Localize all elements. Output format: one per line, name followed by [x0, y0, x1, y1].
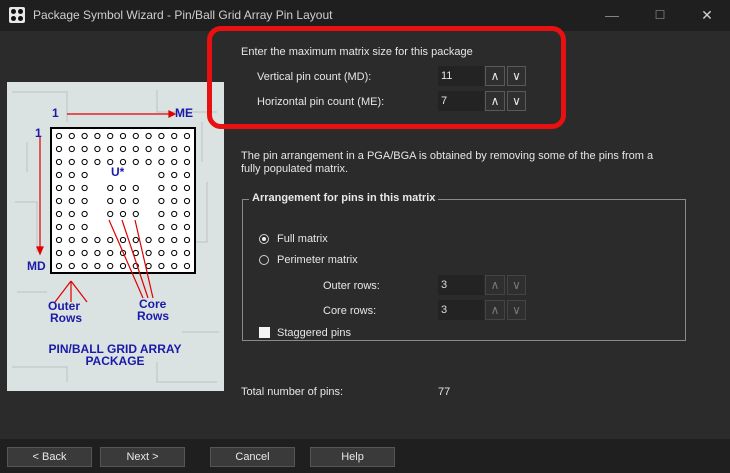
app-icon	[9, 7, 25, 23]
back-button[interactable]: < Back	[7, 447, 92, 467]
core-rows-input[interactable]: 3	[438, 300, 484, 320]
core-rows-caption-2: Rows	[137, 309, 169, 323]
row-end-label: MD	[27, 259, 46, 273]
package-caption-2: PACKAGE	[85, 354, 144, 368]
window-title: Package Symbol Wizard - Pin/Ball Grid Ar…	[33, 8, 333, 22]
full-matrix-radio[interactable]	[259, 234, 269, 244]
horizontal-pin-count-input[interactable]: 7	[438, 91, 484, 111]
bga-illustration: 1 ME 1 MD U* Outer Rows Core Rows PIN/BA…	[7, 82, 224, 391]
increment-icon[interactable]: ∧	[485, 66, 505, 86]
row-start-label: 1	[35, 126, 42, 140]
description-line-1: The pin arrangement in a PGA/BGA is obta…	[241, 150, 654, 162]
arrangement-group-title: Arrangement for pins in this matrix	[249, 192, 439, 204]
outer-rows-input[interactable]: 3	[438, 275, 484, 295]
cancel-button[interactable]: Cancel	[210, 447, 295, 467]
staggered-pins-checkbox[interactable]	[259, 327, 270, 338]
close-icon[interactable]: ✕	[692, 5, 722, 25]
outer-rows-caption-2: Rows	[50, 311, 82, 325]
decrement-icon[interactable]: ∨	[507, 91, 526, 111]
button-bar: < Back Next > Cancel Help	[0, 439, 730, 473]
description-line-2: fully populated matrix.	[241, 163, 348, 175]
total-pins-label: Total number of pins:	[241, 386, 344, 398]
increment-icon[interactable]: ∧	[485, 300, 505, 320]
bga-diagram: 1 ME 1 MD U* Outer Rows Core Rows PIN/BA…	[12, 90, 219, 383]
vertical-pin-count-input[interactable]: 11	[438, 66, 484, 86]
column-end-label: ME	[175, 106, 193, 120]
horizontal-pin-count-label: Horizontal pin count (ME):	[257, 96, 385, 108]
core-rows-label: Core rows:	[323, 305, 377, 317]
perimeter-matrix-radio[interactable]	[259, 255, 269, 265]
matrix-size-heading: Enter the maximum matrix size for this p…	[241, 46, 473, 58]
column-start-label: 1	[52, 106, 59, 120]
decrement-icon[interactable]: ∨	[507, 66, 526, 86]
title-bar: Package Symbol Wizard - Pin/Ball Grid Ar…	[0, 0, 730, 31]
perimeter-matrix-label: Perimeter matrix	[277, 254, 358, 266]
chip-designator-label: U*	[111, 165, 125, 179]
increment-icon[interactable]: ∧	[485, 275, 505, 295]
maximize-icon[interactable]: ☐	[645, 5, 675, 25]
next-button[interactable]: Next >	[100, 447, 185, 467]
outer-rows-label: Outer rows:	[323, 280, 380, 292]
minimize-icon[interactable]: —	[597, 5, 627, 25]
decrement-icon[interactable]: ∨	[507, 300, 526, 320]
help-button[interactable]: Help	[310, 447, 395, 467]
increment-icon[interactable]: ∧	[485, 91, 505, 111]
total-pins-value: 77	[438, 386, 451, 398]
full-matrix-label: Full matrix	[277, 233, 328, 245]
decrement-icon[interactable]: ∨	[507, 275, 526, 295]
staggered-pins-label: Staggered pins	[277, 327, 351, 339]
vertical-pin-count-label: Vertical pin count (MD):	[257, 71, 372, 83]
